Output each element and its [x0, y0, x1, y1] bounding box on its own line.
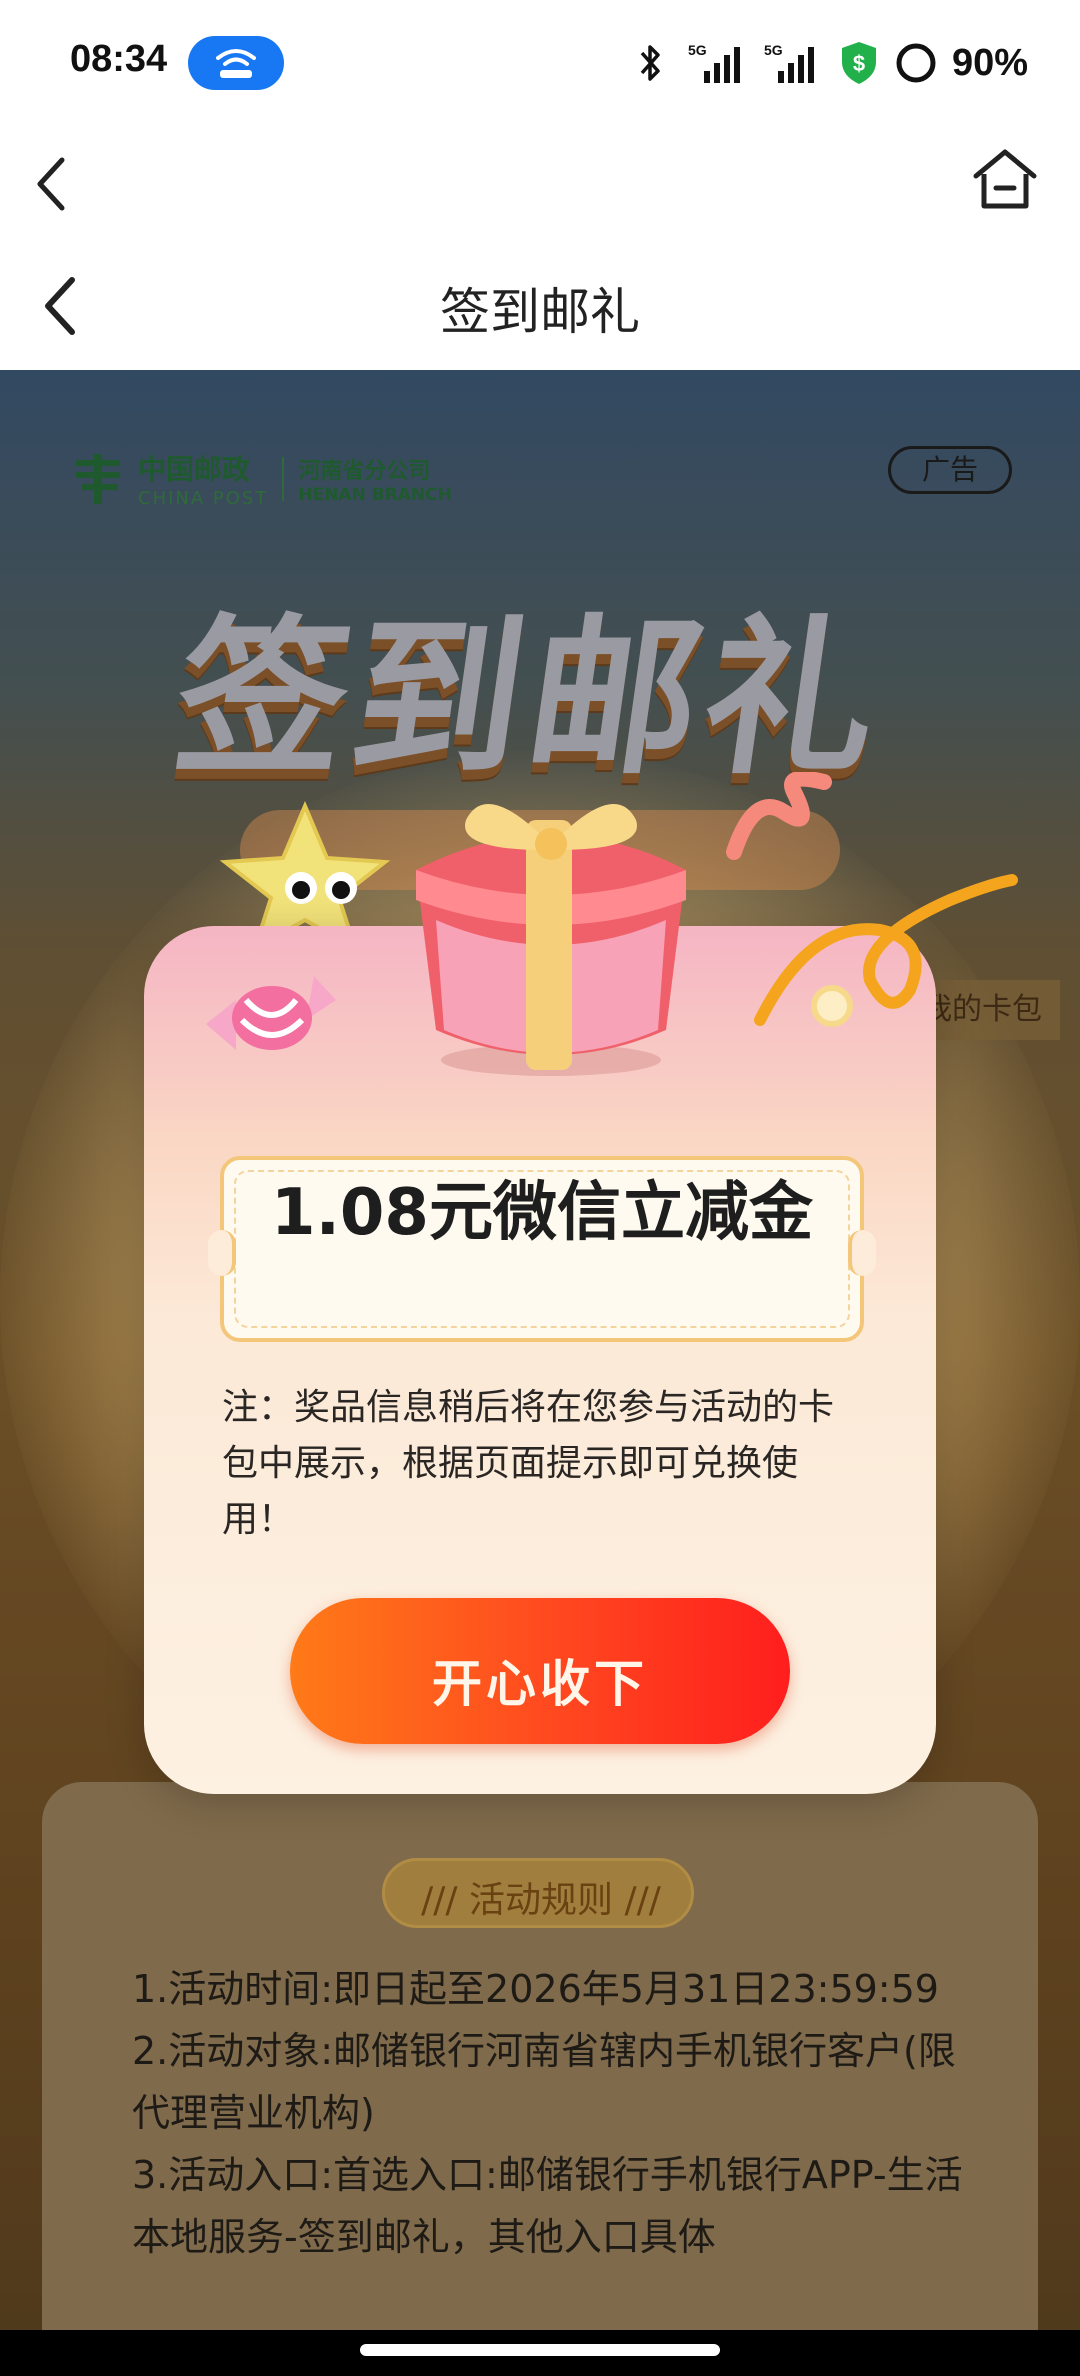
ad-badge: 广告	[888, 446, 1012, 494]
signal-5g-icon: 5G	[764, 42, 814, 83]
rules-title-decoration-icon: ///	[421, 1880, 469, 1921]
china-post-emblem-icon	[76, 453, 120, 504]
home-icon[interactable]	[970, 146, 1040, 216]
china-post-logo: 中国邮政 CHINA POST 河南省分公司 HENAN BRANCH	[72, 448, 452, 509]
status-icons: 5G 5G $ 90%	[636, 38, 1028, 88]
rules-title: /// 活动规则 ///	[385, 1871, 697, 1923]
brand-divider	[282, 456, 285, 501]
svg-text:5G: 5G	[764, 42, 783, 58]
home-indicator[interactable]	[360, 2344, 720, 2356]
banner-title: 签到邮礼	[163, 600, 896, 798]
branch-name-en: HENAN BRANCH	[298, 484, 452, 505]
rules-title-decoration-icon: ///	[613, 1880, 661, 1921]
rules-line: 1.活动时间:即日起至2026年5月31日23:59:59	[132, 1967, 939, 2011]
brand-name-cn: 中国邮政	[138, 453, 251, 486]
rules-line: 2.活动对象:邮储银行河南省辖内手机银行客户(限代理营业机构)	[132, 2029, 956, 2135]
brand-name: 中国邮政 CHINA POST	[138, 448, 268, 509]
prize-name: 1.08元微信立减金	[271, 1176, 813, 1250]
rules-list: 1.活动时间:即日起至2026年5月31日23:59:59 2.活动对象:邮储银…	[132, 1958, 992, 2268]
accept-button-label: 开心收下	[432, 1655, 648, 1713]
outer-nav-bar	[0, 130, 1080, 250]
hotspot-indicator[interactable]	[188, 36, 284, 90]
rules-title-pill: /// 活动规则 ///	[382, 1858, 694, 1928]
screen: 08:34 5G 5G $ 90% 签到邮礼 中国邮政 CHINA POST 河…	[0, 0, 1080, 2376]
string-loop-icon	[754, 874, 1018, 1026]
rules-panel: /// 活动规则 /// 1.活动时间:即日起至2026年5月31日23:59:…	[42, 1782, 1038, 2330]
bluetooth-icon	[640, 45, 660, 81]
ticket-notch	[848, 1230, 876, 1276]
status-time: 08:34	[70, 38, 168, 80]
page-nav-bar: 签到邮礼	[0, 250, 1080, 370]
rules-title-text: 活动规则	[468, 1880, 613, 1921]
battery-ring-icon	[896, 43, 936, 83]
prize-note: 注：奖品信息稍后将在您参与活动的卡包中展示，根据页面提示即可兑换使用！	[222, 1387, 835, 1540]
signal-5g-icon: 5G	[688, 42, 740, 83]
brand-name-en: CHINA POST	[138, 488, 269, 509]
page-title: 签到邮礼	[440, 283, 640, 341]
hotspot-icon	[216, 49, 256, 78]
svg-text:$: $	[853, 51, 865, 76]
back-arrow-icon[interactable]	[32, 152, 72, 216]
battery-percent: 90%	[951, 41, 1028, 84]
gift-box-icon	[416, 804, 686, 1076]
security-shield-icon: $	[841, 42, 876, 84]
ribbon-swirl-icon	[726, 772, 832, 860]
candy-icon	[206, 976, 336, 1050]
branch-name: 河南省分公司 HENAN BRANCH	[298, 453, 452, 505]
svg-text:5G: 5G	[688, 42, 707, 58]
ticket-notch	[208, 1230, 236, 1276]
status-bar: 08:34 5G 5G $ 90%	[0, 0, 1080, 130]
prize-ticket: 1.08元微信立减金	[208, 1156, 876, 1342]
rules-line: 3.活动入口:首选入口:邮储银行手机银行APP-生活本地服务-签到邮礼，其他入口…	[132, 2153, 963, 2259]
branch-name-cn: 河南省分公司	[298, 458, 431, 484]
accept-prize-button[interactable]: 开心收下	[290, 1598, 790, 1744]
